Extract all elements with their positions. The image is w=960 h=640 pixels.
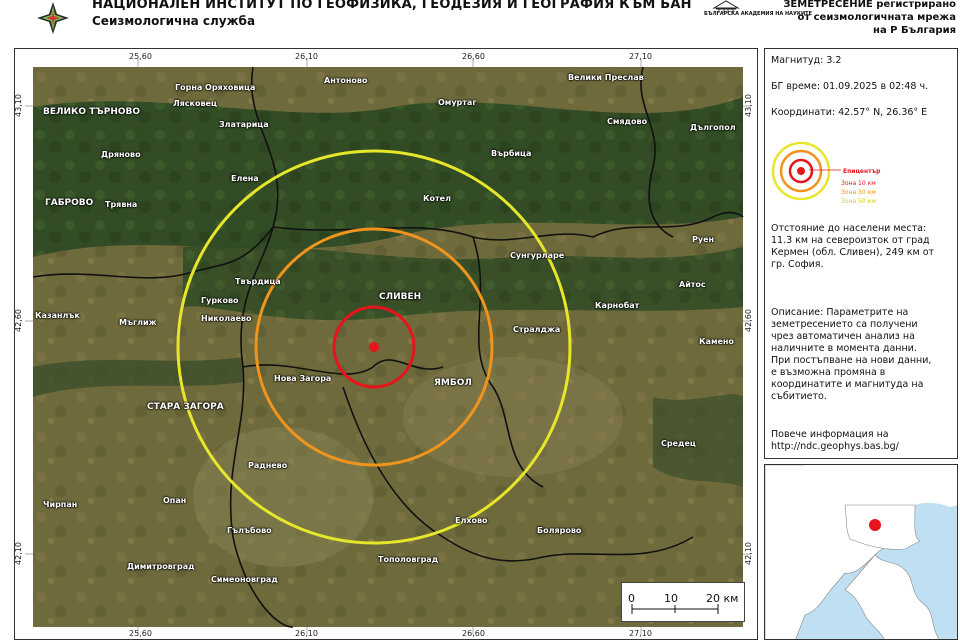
distance-text: 11.3 км на североизток от град Кермен (о… [771,235,935,270]
town-label: Чирпан [43,500,78,509]
more-info-link[interactable]: http://ndc.geophys.bas.bg/ [771,441,899,453]
town-label: Симеоновград [211,575,278,584]
town-label: Тополовград [378,555,439,564]
bas-logo-text: БЪЛГАРСКА АКАДЕМИЯ НА НАУКИТЕ [704,11,812,17]
town-label: Айтос [679,280,706,289]
town-label: Антоново [324,76,368,85]
town-label: СТАРА ЗАГОРА [147,402,224,412]
town-label: ЯМБОЛ [434,378,472,388]
coords-line: Координати: 42.57° N, 26.36° E [771,107,928,118]
bas-building-icon [712,0,740,13]
town-label: Раднево [248,461,288,470]
town-label: Смядово [607,117,648,126]
town-label: Елхово [455,516,488,525]
town-label: Николаево [201,314,252,323]
town-label: Гълъбово [227,526,272,535]
town-label: Опан [163,496,187,505]
map-frame: 25,60 26,10 26,60 27,10 25,60 26,10 26,6… [14,48,758,640]
scale-mid: 10 [664,592,678,605]
town-label: Руен [692,235,715,244]
tick-bottom-3: 26,60 [462,629,485,638]
town-label: Дряново [101,150,141,159]
tick-top-3: 26,60 [462,52,485,61]
magnitude-line: Магнитуд: 3.2 [771,55,842,66]
tick-right-3: 42,10 [743,542,753,565]
map-canvas[interactable] [15,49,759,640]
more-info-label: Повече информация на [771,429,889,440]
epicenter-marker [369,342,379,352]
town-label: Елена [231,174,259,183]
zone-legend-icon [771,141,841,201]
town-label: Котел [423,194,451,203]
event-headline: ЗЕМЕТРЕСЕНИЕ регистрирано от сеизмологич… [783,0,956,37]
tick-bottom-2: 26,10 [295,629,318,638]
institute-subtitle: Сеизмологична служба [92,14,256,28]
distance-title: Отстояние до населени места: [771,223,927,234]
town-label: Върбица [491,149,532,158]
town-label: Казанлък [35,311,80,320]
town-label: Велики Преслав [568,73,644,82]
tick-left-3: 42,10 [13,542,23,565]
town-label: Трявна [105,200,138,209]
tick-bottom-1: 25,60 [129,629,152,638]
tick-top-1: 25,60 [129,52,152,61]
legend-zone-50: Зона 50 км [841,198,876,205]
legend-epicenter: Епицентър [843,168,881,175]
description-text: Описание: Параметрите на земетресението … [771,307,932,402]
inset-map-graphic [765,465,957,639]
headline-line-2: от сеизмологичната мрежа [797,12,956,23]
town-label: Гурково [201,296,239,305]
tick-left-1: 43,10 [13,94,23,117]
town-label: Златарица [219,120,269,129]
town-label: Мъглиж [119,318,157,327]
town-label: Средец [661,439,696,448]
scale-zero: 0 [628,592,635,605]
inset-epicenter-marker [869,519,881,531]
town-label: Карнобат [595,301,640,310]
header: НАЦИОНАЛЕН ИНСТИТУТ ПО ГЕОФИЗИКА, ГЕОДЕЗ… [0,0,960,40]
bas-logo: БЪЛГАРСКА АКАДЕМИЯ НА НАУКИТЕ [700,0,812,40]
inset-locator-map [764,464,958,640]
town-label: Твърдица [235,277,281,286]
town-label: Омуртаг [438,98,477,107]
town-label: ВЕЛИКО ТЪРНОВО [43,107,141,117]
time-line: БГ време: 01.09.2025 в 02:48 ч. [771,81,929,92]
tick-right-1: 43,10 [743,94,753,117]
town-label: Болярово [537,526,582,535]
tick-top-2: 26,10 [295,52,318,61]
niggg-logo-icon [37,2,69,34]
institute-name: НАЦИОНАЛЕН ИНСТИТУТ ПО ГЕОФИЗИКА, ГЕОДЕЗ… [92,0,692,12]
tick-right-2: 42,60 [743,309,753,332]
tick-bottom-4: 27,10 [629,629,652,638]
town-label: Сунгурларе [510,251,565,260]
headline-line-3: на Р България [873,25,956,36]
tick-left-2: 42,60 [13,309,23,332]
town-label: Стралджа [513,325,561,334]
town-label: Димитровград [127,562,195,571]
town-label: Нова Загора [274,374,332,383]
headline-line-1: ЗЕМЕТРЕСЕНИЕ регистрирано [783,0,956,10]
town-label: Камено [699,337,734,346]
town-label: СЛИВЕН [379,292,422,302]
event-info-panel: Магнитуд: 3.2 БГ време: 01.09.2025 в 02:… [764,48,958,459]
town-label: Дългопол [690,123,736,132]
town-label: Горна Оряховица [175,83,256,92]
scale-bar: 0 10 20 км [621,582,745,622]
scale-end: 20 км [706,592,739,605]
zone-legend: Епицентър Зона 10 км Зона 30 км Зона 50 … [771,141,953,205]
tick-top-4: 27,10 [629,52,652,61]
town-label: ГАБРОВО [45,198,94,208]
town-label: Лясковец [173,99,217,108]
